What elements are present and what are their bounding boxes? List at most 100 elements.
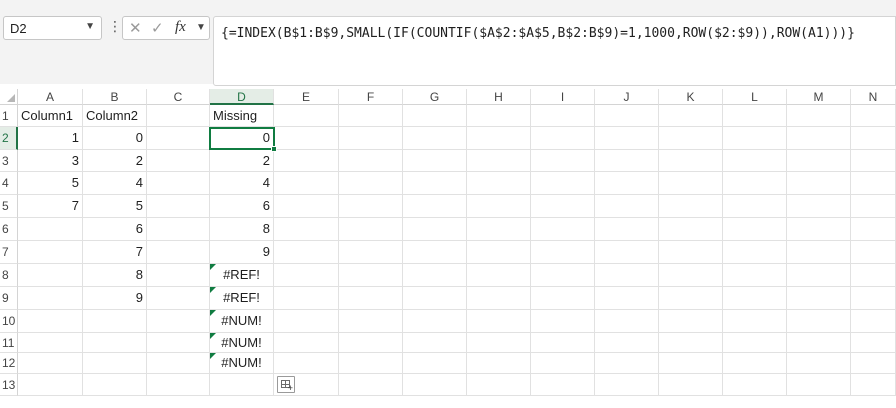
cell-m3[interactable] <box>787 150 851 172</box>
cell-i3[interactable] <box>531 150 595 172</box>
cell-m7[interactable] <box>787 241 851 264</box>
column-header-h[interactable]: H <box>467 89 531 105</box>
cell-g8[interactable] <box>403 264 467 287</box>
cell-l4[interactable] <box>723 172 787 195</box>
cell-m11[interactable] <box>787 333 851 353</box>
cell-d7[interactable]: 9 <box>210 241 274 264</box>
cell-n11[interactable] <box>851 333 896 353</box>
cell-h10[interactable] <box>467 310 531 333</box>
cell-a5[interactable]: 7 <box>18 195 83 218</box>
cell-i7[interactable] <box>531 241 595 264</box>
cell-h6[interactable] <box>467 218 531 241</box>
cell-g10[interactable] <box>403 310 467 333</box>
cell-h9[interactable] <box>467 287 531 310</box>
cell-c2[interactable] <box>147 127 210 150</box>
cell-i1[interactable] <box>531 105 595 127</box>
confirm-check-icon[interactable]: ✓ <box>151 19 164 37</box>
cell-m12[interactable] <box>787 353 851 374</box>
cell-i13[interactable] <box>531 374 595 396</box>
cell-c7[interactable] <box>147 241 210 264</box>
cell-k2[interactable] <box>659 127 723 150</box>
cell-j13[interactable] <box>595 374 659 396</box>
cell-j3[interactable] <box>595 150 659 172</box>
column-header-l[interactable]: L <box>723 89 787 105</box>
cell-a9[interactable] <box>18 287 83 310</box>
cell-a10[interactable] <box>18 310 83 333</box>
cancel-icon[interactable]: ✕ <box>129 19 142 37</box>
quick-analysis-button[interactable]: + <box>277 376 295 393</box>
cell-h8[interactable] <box>467 264 531 287</box>
cell-k5[interactable] <box>659 195 723 218</box>
cell-e5[interactable] <box>274 195 339 218</box>
cell-a7[interactable] <box>18 241 83 264</box>
cell-c4[interactable] <box>147 172 210 195</box>
cell-d6[interactable]: 8 <box>210 218 274 241</box>
cell-h1[interactable] <box>467 105 531 127</box>
cell-n7[interactable] <box>851 241 896 264</box>
cell-i10[interactable] <box>531 310 595 333</box>
cell-a3[interactable]: 3 <box>18 150 83 172</box>
cell-d5[interactable]: 6 <box>210 195 274 218</box>
cell-n10[interactable] <box>851 310 896 333</box>
select-all-button[interactable] <box>0 89 18 105</box>
column-header-e[interactable]: E <box>274 89 339 105</box>
cell-e10[interactable] <box>274 310 339 333</box>
cell-f4[interactable] <box>339 172 403 195</box>
cell-k12[interactable] <box>659 353 723 374</box>
cell-b10[interactable] <box>83 310 147 333</box>
cell-m2[interactable] <box>787 127 851 150</box>
cell-b3[interactable]: 2 <box>83 150 147 172</box>
cell-n8[interactable] <box>851 264 896 287</box>
cell-e3[interactable] <box>274 150 339 172</box>
cell-j6[interactable] <box>595 218 659 241</box>
cell-j8[interactable] <box>595 264 659 287</box>
cell-c13[interactable] <box>147 374 210 396</box>
cell-h13[interactable] <box>467 374 531 396</box>
cell-l1[interactable] <box>723 105 787 127</box>
cell-j10[interactable] <box>595 310 659 333</box>
cell-g2[interactable] <box>403 127 467 150</box>
cell-d13[interactable] <box>210 374 274 396</box>
column-header-j[interactable]: J <box>595 89 659 105</box>
cell-b6[interactable]: 6 <box>83 218 147 241</box>
cell-i2[interactable] <box>531 127 595 150</box>
cell-a12[interactable] <box>18 353 83 374</box>
cell-l8[interactable] <box>723 264 787 287</box>
cell-b4[interactable]: 4 <box>83 172 147 195</box>
cell-d8[interactable]: #REF! <box>210 264 274 287</box>
cell-k6[interactable] <box>659 218 723 241</box>
cell-e7[interactable] <box>274 241 339 264</box>
cell-n5[interactable] <box>851 195 896 218</box>
cell-k11[interactable] <box>659 333 723 353</box>
cell-g3[interactable] <box>403 150 467 172</box>
cell-b12[interactable] <box>83 353 147 374</box>
cell-d12[interactable]: #NUM! <box>210 353 274 374</box>
row-header-2[interactable]: 2 <box>0 127 18 150</box>
cell-h3[interactable] <box>467 150 531 172</box>
row-header-8[interactable]: 8 <box>0 264 18 287</box>
cell-c5[interactable] <box>147 195 210 218</box>
cell-j7[interactable] <box>595 241 659 264</box>
row-header-7[interactable]: 7 <box>0 241 18 264</box>
column-header-d[interactable]: D <box>210 89 274 105</box>
cell-k3[interactable] <box>659 150 723 172</box>
cell-a6[interactable] <box>18 218 83 241</box>
column-header-i[interactable]: I <box>531 89 595 105</box>
cell-h4[interactable] <box>467 172 531 195</box>
cell-d10[interactable]: #NUM! <box>210 310 274 333</box>
cell-m5[interactable] <box>787 195 851 218</box>
cell-d3[interactable]: 2 <box>210 150 274 172</box>
cell-b13[interactable] <box>83 374 147 396</box>
cell-h7[interactable] <box>467 241 531 264</box>
cell-g4[interactable] <box>403 172 467 195</box>
cell-n3[interactable] <box>851 150 896 172</box>
cell-a8[interactable] <box>18 264 83 287</box>
cell-h2[interactable] <box>467 127 531 150</box>
cell-n13[interactable] <box>851 374 896 396</box>
cell-e1[interactable] <box>274 105 339 127</box>
cell-f8[interactable] <box>339 264 403 287</box>
cell-j2[interactable] <box>595 127 659 150</box>
cell-e2[interactable] <box>274 127 339 150</box>
cell-n1[interactable] <box>851 105 896 127</box>
chevron-down-icon[interactable]: ▼ <box>196 22 206 33</box>
